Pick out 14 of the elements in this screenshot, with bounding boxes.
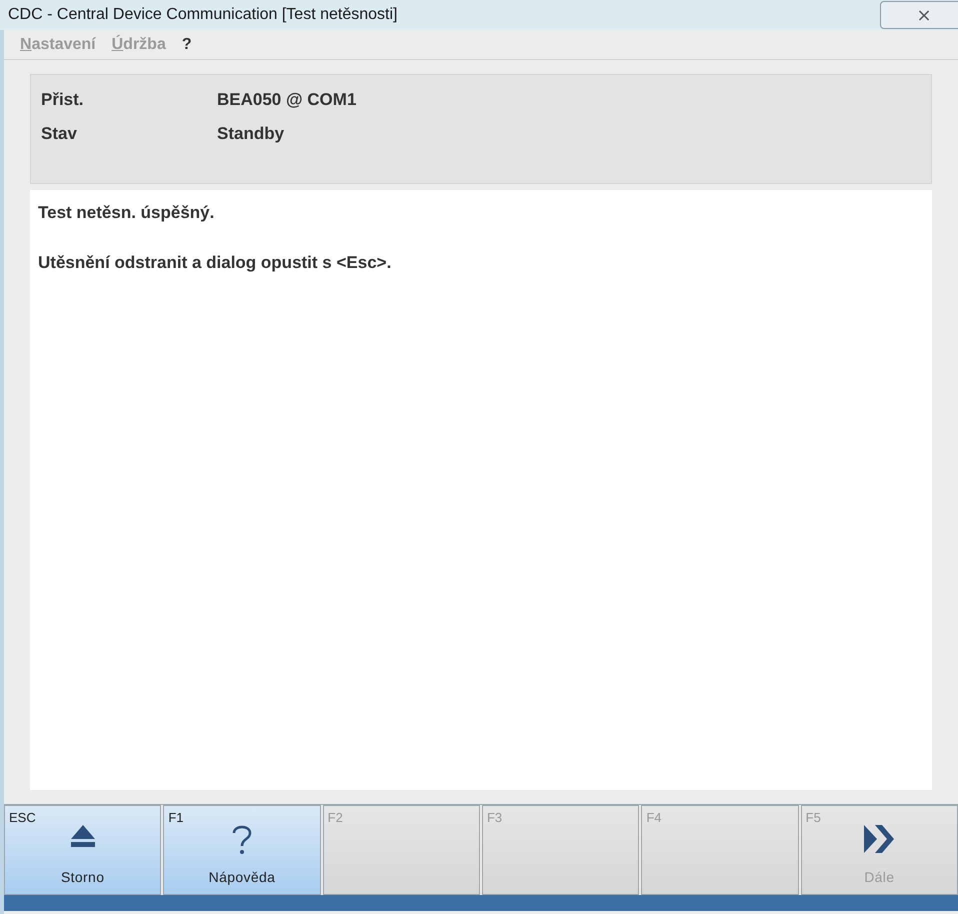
double-chevron-icon bbox=[863, 824, 896, 854]
info-value: Standby bbox=[217, 122, 286, 144]
function-key-button[interactable]: ESC Storno bbox=[4, 805, 162, 895]
message-text: Utěsnění odstranit a dialog opustit s <Esc>. bbox=[38, 252, 392, 274]
message-text: Test netěsn. úspěšný. bbox=[38, 202, 216, 224]
menu-item[interactable]: ? bbox=[182, 32, 192, 56]
question-mark-icon bbox=[230, 824, 253, 856]
eject-icon bbox=[70, 824, 96, 848]
info-value: BEA050 @ COM1 bbox=[217, 89, 358, 111]
info-label: Stav bbox=[41, 122, 78, 144]
window-title: CDC - Central Device Communication [Test netěsnosti] bbox=[8, 5, 398, 25]
info-label: Přist. bbox=[41, 89, 85, 111]
function-key-button[interactable]: F1 Nápověda bbox=[163, 805, 321, 895]
close-button[interactable]: ⨯ bbox=[880, 1, 958, 29]
